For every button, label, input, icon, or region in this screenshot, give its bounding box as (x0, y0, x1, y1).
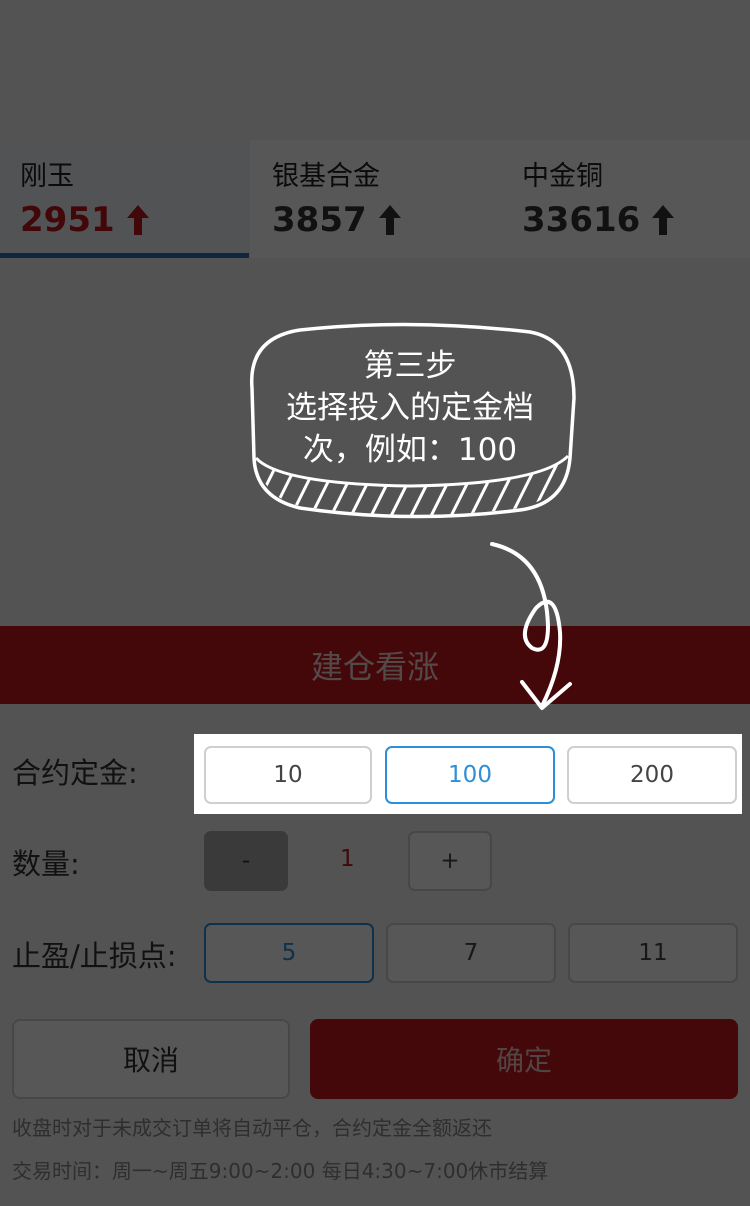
quantity-minus-button[interactable]: - (204, 831, 288, 891)
tab-product-name: 中金铜 (522, 161, 603, 192)
cancel-button[interactable]: 取消 (12, 1019, 290, 1099)
price-value: 33616 (522, 200, 641, 240)
tutorial-line-3: 次，例如：100 (302, 432, 518, 468)
stop-option-11[interactable]: 11 (568, 923, 738, 983)
arrow-up-icon (126, 205, 149, 235)
stop-option-5[interactable]: 5 (204, 923, 374, 983)
tab-product-price: 33616 (522, 200, 675, 240)
tab-product-3[interactable]: 中金铜 33616 (500, 140, 750, 258)
arrow-up-icon (652, 205, 675, 235)
deposit-label: 合约定金: (12, 756, 138, 790)
confirm-button[interactable]: 确定 (310, 1019, 738, 1099)
tab-product-2[interactable]: 银基合金 3857 (250, 140, 500, 258)
price-value: 2951 (20, 200, 115, 240)
action-header: 建仓看涨 (0, 626, 750, 704)
tab-product-price: 2951 (20, 200, 149, 240)
tutorial-line-2: 选择投入的定金档 (286, 390, 534, 426)
tab-product-name: 刚玉 (20, 161, 74, 192)
deposit-option-200[interactable]: 200 (567, 746, 737, 804)
curly-arrow-icon (490, 542, 572, 710)
arrow-up-icon (378, 205, 401, 235)
stop-label: 止盈/止损点: (12, 939, 177, 973)
price-value: 3857 (272, 200, 367, 240)
note-trading-hours: 交易时间：周一~周五9:00~2:00 每日4:30~7:00休市结算 (12, 1159, 549, 1183)
tab-product-1[interactable]: 刚玉 2951 (0, 140, 250, 258)
tutorial-step-title: 第三步 (363, 348, 457, 384)
quantity-plus-button[interactable]: + (408, 831, 492, 891)
product-tabs: 刚玉 2951 银基合金 3857 中金铜 33616 (0, 140, 750, 258)
quantity-value: 1 (340, 846, 355, 872)
deposit-spotlight: 10 100 200 (194, 734, 742, 814)
stop-option-7[interactable]: 7 (386, 923, 556, 983)
tab-product-price: 3857 (272, 200, 401, 240)
tutorial-text: 第三步 选择投入的定金档 次，例如：100 (252, 345, 568, 471)
tab-product-name: 银基合金 (272, 161, 380, 192)
action-title: 建仓看涨 (310, 648, 439, 686)
deposit-option-100[interactable]: 100 (385, 746, 555, 804)
quantity-label: 数量: (12, 847, 80, 881)
top-blank-area (0, 0, 750, 140)
deposit-option-10[interactable]: 10 (204, 746, 372, 804)
note-auto-close: 收盘时对于未成交订单将自动平仓，合约定金全额返还 (12, 1116, 492, 1140)
